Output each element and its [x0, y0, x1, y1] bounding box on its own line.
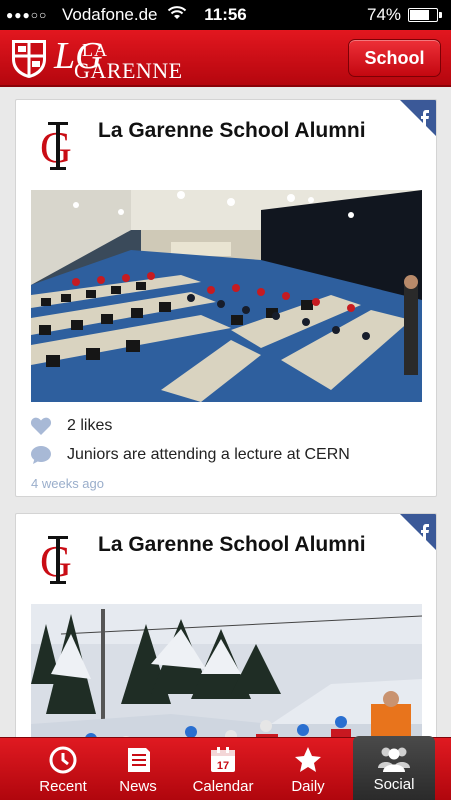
feed-post[interactable]: G La Garenne School Alumni: [15, 513, 437, 737]
logo-name: GARENNE: [74, 58, 183, 83]
battery-icon: [408, 8, 442, 22]
tab-recent[interactable]: Recent: [24, 738, 102, 800]
tab-social[interactable]: Social: [353, 736, 435, 800]
feed-post[interactable]: G La Garenne School Alumni: [15, 99, 437, 497]
likes-count: 2 likes: [67, 417, 113, 434]
school-button[interactable]: School: [348, 39, 441, 77]
tab-daily[interactable]: Daily: [269, 738, 347, 800]
tab-label: Daily: [291, 778, 325, 795]
calendar-day: 17: [217, 760, 229, 772]
post-caption: Juniors are attending a lecture at CERN: [67, 446, 350, 463]
alumni-logo-avatar[interactable]: G: [36, 534, 84, 586]
star-icon: [295, 747, 321, 772]
newspaper-icon: [128, 748, 150, 772]
calendar-icon: 17: [211, 747, 235, 772]
app-header: LG LA GARENNE School: [0, 30, 451, 87]
facebook-icon[interactable]: [400, 514, 436, 550]
tab-news[interactable]: News: [99, 738, 177, 800]
social-feed[interactable]: G La Garenne School Alumni 2 likes Junio…: [0, 89, 451, 737]
school-crest-icon[interactable]: [10, 37, 48, 79]
tab-label: Social: [373, 776, 415, 793]
tab-label: Calendar: [192, 778, 254, 795]
heart-icon[interactable]: [30, 416, 52, 436]
tab-calendar[interactable]: 17 Calendar: [184, 738, 262, 800]
svg-text:G: G: [40, 537, 72, 586]
alumni-logo-avatar[interactable]: G: [36, 120, 84, 172]
tab-bar: Recent News 17 Calendar Daily Social: [0, 736, 451, 800]
battery-fill: [410, 10, 430, 20]
status-bar: ●●●○○ Vodafone.de 11:56 74%: [0, 0, 451, 30]
tab-label: News: [119, 778, 157, 795]
post-timestamp: 4 weeks ago: [31, 476, 104, 491]
caption-row: Juniors are attending a lecture at CERN: [30, 443, 350, 467]
tab-label: Recent: [39, 778, 87, 795]
post-photo[interactable]: [31, 190, 422, 402]
clock-icon: [49, 746, 77, 774]
people-icon: [378, 747, 410, 772]
post-author[interactable]: La Garenne School Alumni: [98, 119, 366, 143]
post-photo[interactable]: [31, 604, 422, 737]
school-logo[interactable]: LG LA GARENNE: [52, 35, 183, 83]
facebook-icon[interactable]: [400, 100, 436, 136]
svg-text:G: G: [40, 123, 72, 172]
comment-icon[interactable]: [30, 445, 52, 465]
likes-row[interactable]: 2 likes: [30, 414, 112, 438]
post-author[interactable]: La Garenne School Alumni: [98, 533, 366, 557]
battery-percent: 74%: [367, 5, 402, 24]
